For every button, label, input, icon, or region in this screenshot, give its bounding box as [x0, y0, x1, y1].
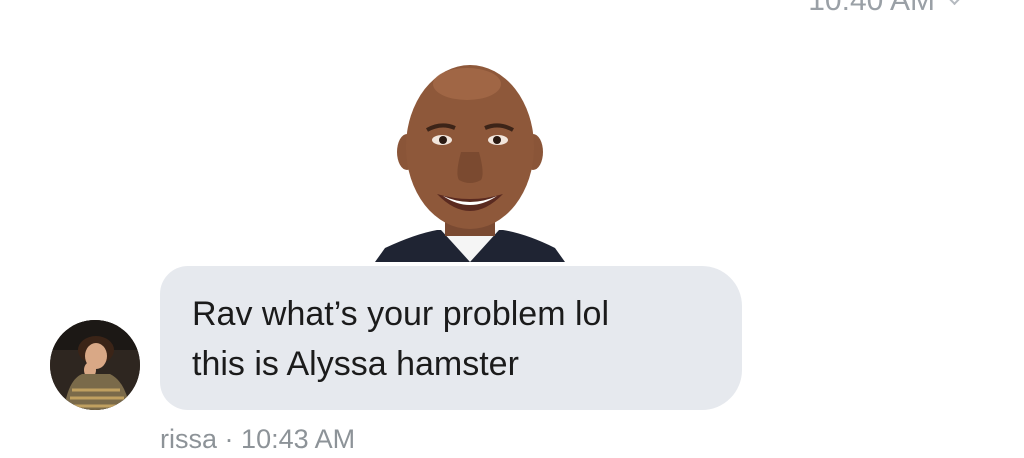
avatar-image — [50, 320, 140, 410]
sender-name: rissa — [160, 424, 218, 454]
message-line-2: this is Alyssa hamster — [192, 344, 519, 383]
message-bubble[interactable]: Rav what’s your problem lol this is Alys… — [160, 266, 742, 410]
message-image[interactable] — [375, 52, 565, 262]
message-timestamp: 10:43 AM — [241, 424, 356, 454]
user-avatar-icon[interactable] — [50, 320, 140, 410]
meta-separator: · — [224, 424, 234, 454]
chevron-down-icon[interactable] — [943, 0, 966, 6]
message-meta: rissa · 10:43 AM — [160, 424, 355, 455]
message-line-1: Rav what’s your problem lol — [192, 295, 609, 333]
previous-message-timestamp: 10:40 AM — [808, 0, 935, 17]
person-photo-icon — [375, 65, 565, 262]
previous-message-meta: 10:40 AM — [808, 0, 966, 18]
